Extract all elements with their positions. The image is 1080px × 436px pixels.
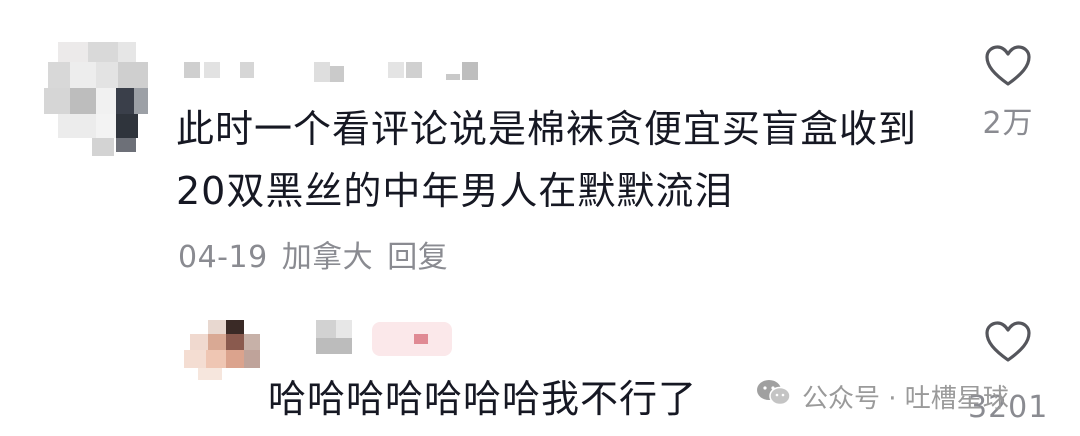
comment-location: 加拿大	[281, 240, 374, 275]
comment-meta: 04-19 加拿大 回复	[178, 232, 462, 276]
comment-date: 04-19	[178, 240, 268, 275]
avatar[interactable]	[44, 42, 154, 162]
reply-comment-item: 哈哈哈哈哈哈哈我不行了 3201 公众号 · 吐槽星球	[0, 300, 1080, 436]
avatar[interactable]	[184, 320, 264, 380]
comment-item: 此时一个看评论说是棉袜贪便宜买盲盒收到 20双黑丝的中年男人在默默流泪 04-1…	[0, 0, 1080, 290]
comment-text: 此时一个看评论说是棉袜贪便宜买盲盒收到 20双黑丝的中年男人在默默流泪	[176, 107, 918, 213]
username[interactable]	[316, 320, 456, 360]
wechat-icon	[756, 378, 792, 415]
reply-button[interactable]: 回复	[387, 240, 448, 275]
heart-outline-icon	[968, 320, 1048, 364]
like-count: 2万	[982, 106, 1034, 141]
username[interactable]	[184, 62, 484, 84]
comment-text: 哈哈哈哈哈哈哈我不行了	[268, 377, 698, 421]
like-button[interactable]	[968, 320, 1048, 364]
watermark-text: 公众号 · 吐槽星球	[802, 384, 1009, 414]
watermark: 公众号 · 吐槽星球	[756, 378, 1009, 415]
heart-outline-icon	[968, 44, 1048, 88]
like-button[interactable]: 2万	[968, 44, 1048, 142]
